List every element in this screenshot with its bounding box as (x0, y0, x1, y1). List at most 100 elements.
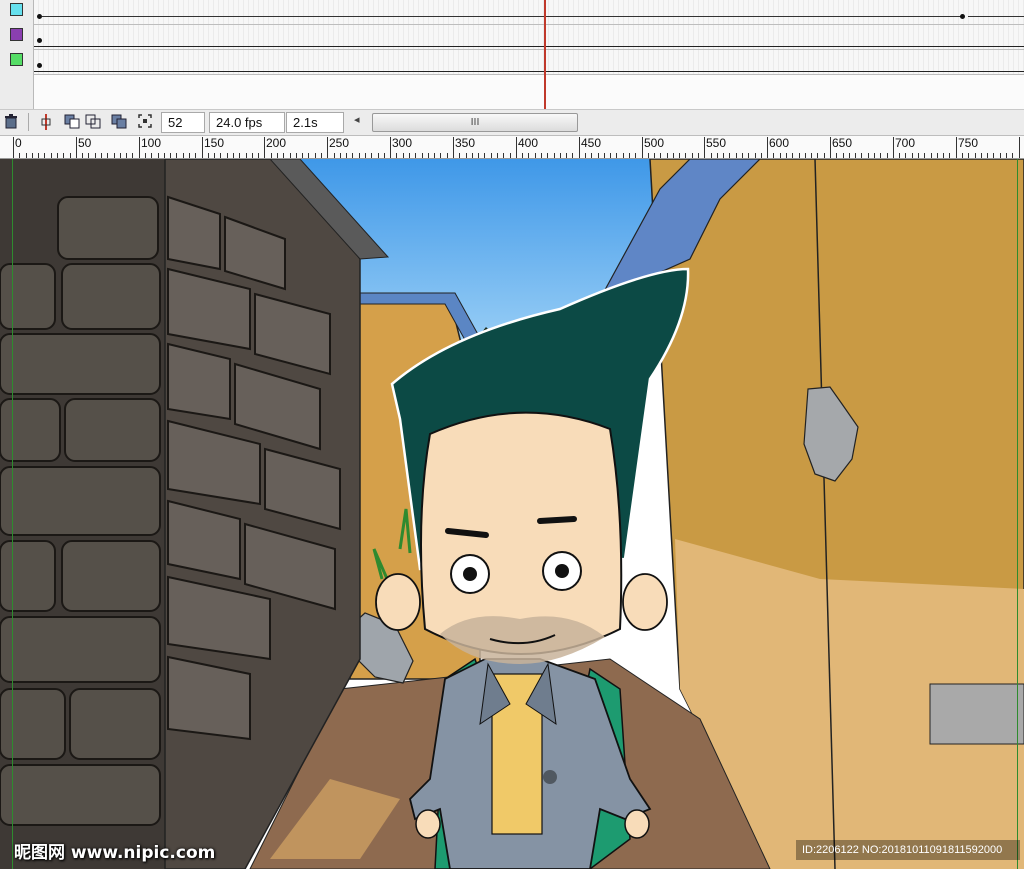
ruler-tick (887, 153, 888, 158)
ruler-tick (880, 153, 881, 158)
layer-color-swatch[interactable] (10, 3, 23, 16)
ruler-tick (855, 153, 856, 158)
character-hand-left (415, 809, 441, 839)
ruler-tick (302, 153, 303, 158)
ruler-tick (616, 153, 617, 158)
ruler-tick (918, 153, 919, 158)
horizontal-ruler: 0 50 100 150 200 250 300 350 400 450 500 550 600 650 7… (0, 136, 1024, 159)
ruler-tick (981, 153, 982, 158)
ruler-tick (799, 153, 800, 158)
layer-column (0, 0, 34, 109)
layer-track[interactable] (34, 50, 1024, 75)
ruler-tick (949, 153, 950, 158)
onion-skin-outline-icon[interactable] (84, 113, 102, 131)
ruler-tick (403, 153, 404, 158)
ruler-tick (321, 153, 322, 158)
keyframe-dot[interactable] (960, 14, 965, 19)
ruler-tick (849, 153, 850, 158)
ruler-tick (491, 153, 492, 158)
trash-icon[interactable] (2, 113, 20, 131)
stage-canvas[interactable] (0, 159, 1024, 869)
ruler-tick (220, 153, 221, 158)
ruler-tick (359, 153, 360, 158)
ruler-tick (836, 153, 837, 158)
scroll-left-arrow[interactable]: ◂ (354, 113, 360, 126)
ruler-tick (874, 153, 875, 158)
ruler-tick (830, 137, 831, 158)
ruler-tick (76, 137, 77, 158)
ruler-tick (440, 153, 441, 158)
ruler-tick (120, 153, 121, 158)
timeline-statusbar: 52 24.0 fps 2.1s ◂ III (0, 109, 1024, 136)
ruler-tick (912, 153, 913, 158)
ruler-tick (252, 153, 253, 158)
ruler-tick (95, 153, 96, 158)
ruler-tick (692, 153, 693, 158)
ruler-tick (968, 153, 969, 158)
horizontal-scrollbar-thumb[interactable]: III (372, 113, 578, 132)
ruler-tick (610, 153, 611, 158)
ruler-tick (711, 153, 712, 158)
character-hand-right (624, 809, 650, 839)
ruler-tick (283, 153, 284, 158)
ruler-label: 400 (518, 136, 539, 150)
playhead[interactable] (544, 0, 546, 109)
ruler-tick (327, 137, 328, 158)
ruler-tick (290, 153, 291, 158)
frame-rate-field[interactable]: 24.0 fps (209, 112, 285, 133)
ruler-tick (352, 153, 353, 158)
ruler-tick (189, 153, 190, 158)
ruler-tick (176, 153, 177, 158)
ruler-tick (44, 153, 45, 158)
ruler-tick (635, 153, 636, 158)
modify-markers-icon[interactable] (136, 113, 154, 131)
ruler-tick (516, 137, 517, 158)
current-frame-field[interactable]: 52 (161, 112, 205, 133)
ruler-tick (264, 137, 265, 158)
ruler-tick (585, 153, 586, 158)
ruler-tick (19, 153, 20, 158)
ruler-tick (497, 153, 498, 158)
ruler-tick (346, 153, 347, 158)
stage-guide-right (1017, 159, 1018, 869)
ruler-tick (239, 153, 240, 158)
ruler-tick (667, 153, 668, 158)
ruler-tick (899, 153, 900, 158)
empty-track-area (34, 75, 1024, 109)
ruler-tick (736, 153, 737, 158)
ruler-tick (126, 153, 127, 158)
ruler-tick (1012, 153, 1013, 158)
onion-skin-icon[interactable] (63, 113, 81, 131)
layer-color-swatch[interactable] (10, 53, 23, 66)
ruler-label: 650 (832, 136, 853, 150)
ruler-tick (767, 137, 768, 158)
layer-color-swatch[interactable] (10, 28, 23, 41)
ruler-tick (107, 153, 108, 158)
stage-guide-left (12, 159, 13, 869)
watermark-site: 昵图网 www.nipic.com (14, 843, 216, 863)
ruler-tick (390, 137, 391, 158)
keyframe-dot[interactable] (37, 38, 42, 43)
ruler-tick (717, 153, 718, 158)
ruler-tick (598, 153, 599, 158)
edit-multiple-frames-icon[interactable] (110, 113, 128, 131)
ruler-tick (258, 153, 259, 158)
keyframe-dot[interactable] (37, 63, 42, 68)
layer-track[interactable] (34, 25, 1024, 50)
ruler-tick (145, 153, 146, 158)
ruler-tick (535, 153, 536, 158)
ruler-tick (962, 153, 963, 158)
ruler-label: 600 (769, 136, 790, 150)
ruler-tick (642, 137, 643, 158)
ruler-tick (805, 153, 806, 158)
ruler-tick (811, 153, 812, 158)
layer-track[interactable] (34, 0, 1024, 25)
ruler-tick (139, 137, 140, 158)
ruler-tick (195, 153, 196, 158)
tween-line (34, 71, 1024, 72)
keyframe-dot[interactable] (37, 14, 42, 19)
ruler-tick (698, 153, 699, 158)
ruler-label: 700 (895, 136, 916, 150)
center-frame-icon[interactable] (37, 113, 55, 131)
ruler-tick (164, 153, 165, 158)
